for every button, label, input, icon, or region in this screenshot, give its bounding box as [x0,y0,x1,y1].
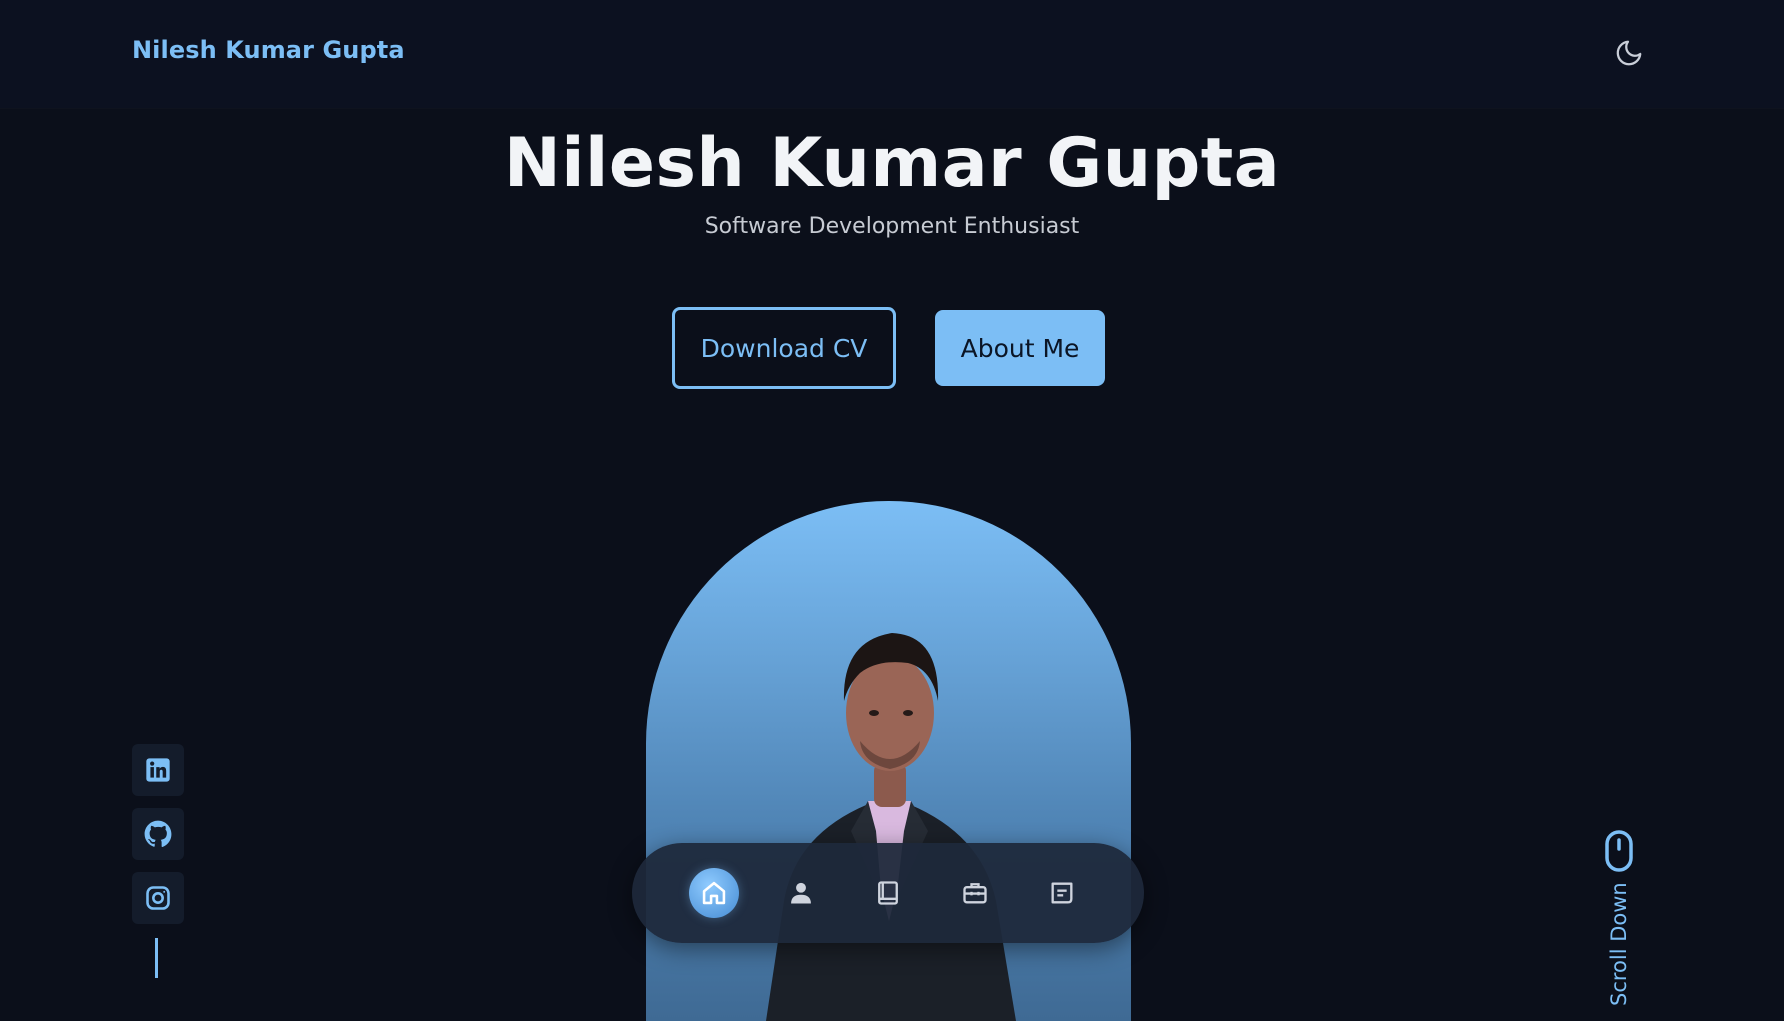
book-icon [878,881,898,905]
nav-qualification[interactable] [863,868,913,918]
moon-icon [1616,40,1642,66]
linkedin-icon [146,758,170,782]
portfolio-page: Nilesh Kumar Gupta Nilesh Kumar Gupta So… [0,0,1784,1021]
nav-projects[interactable] [950,868,1000,918]
hero-subtitle: Software Development Enthusiast [704,214,1080,239]
home-icon [702,881,726,905]
hero-portrait [646,501,1131,1021]
site-logo[interactable]: Nilesh Kumar Gupta [132,36,405,64]
user-icon [791,882,811,904]
nav-contact[interactable] [1037,868,1087,918]
theme-toggle-button[interactable] [1612,36,1646,70]
hero-title: Nilesh Kumar Gupta [503,124,1281,203]
message-icon [1051,882,1073,904]
download-cv-button[interactable]: Download CV [672,307,896,389]
nav-about[interactable] [776,868,826,918]
social-divider-line [155,938,158,978]
mouse-icon [1605,830,1633,872]
github-icon [144,820,172,847]
linkedin-link[interactable] [132,744,184,796]
nav-home[interactable] [689,868,739,918]
site-header: Nilesh Kumar Gupta [0,0,1784,108]
social-links [132,744,184,936]
scroll-down-label: Scroll Down [1607,882,1631,1006]
briefcase-icon [963,883,987,904]
bottom-navigation [632,843,1144,943]
instagram-icon [146,886,170,910]
scroll-down-link[interactable]: Scroll Down [1594,826,1644,1006]
about-me-button[interactable]: About Me [935,310,1105,386]
instagram-link[interactable] [132,872,184,924]
github-link[interactable] [132,808,184,860]
person-portrait-illustration [766,633,1016,1021]
